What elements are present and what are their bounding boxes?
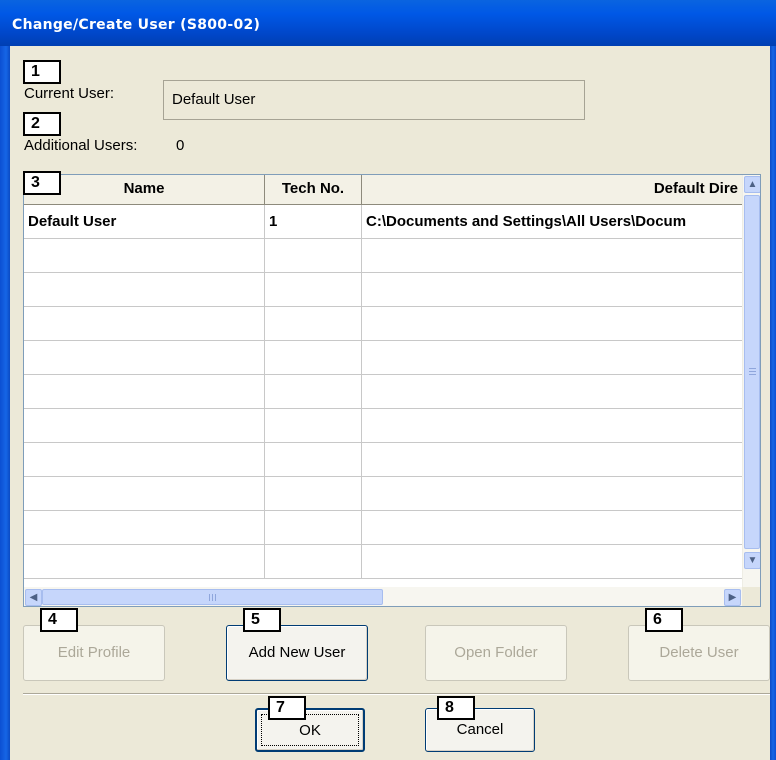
- callout-2: 2: [23, 112, 61, 136]
- cell-tech-no: 1: [265, 205, 362, 239]
- callout-1: 1: [23, 60, 61, 84]
- table-body: Default User 1 C:\Documents and Settings…: [24, 205, 742, 587]
- table-cell-empty: [24, 341, 265, 375]
- arrow-down-icon[interactable]: ▼: [744, 552, 760, 569]
- table-row[interactable]: [24, 273, 742, 307]
- table-cell-empty: [265, 409, 362, 443]
- cell-default-directory: C:\Documents and Settings\All Users\Docu…: [366, 213, 687, 230]
- table-row[interactable]: [24, 511, 742, 545]
- table-row[interactable]: [24, 375, 742, 409]
- table-row[interactable]: [24, 341, 742, 375]
- add-new-user-button[interactable]: Add New User: [226, 625, 368, 681]
- callout-5: 5: [243, 608, 281, 632]
- table-cell-empty: [265, 375, 362, 409]
- user-list-table[interactable]: Name Tech No. Default Dire Default User …: [23, 174, 761, 607]
- grip-line: [209, 594, 210, 601]
- table-row[interactable]: [24, 239, 742, 273]
- column-header-tech-no[interactable]: Tech No.: [265, 175, 362, 205]
- divider: [23, 693, 770, 695]
- delete-user-button[interactable]: Delete User: [628, 625, 770, 681]
- title-bar[interactable]: Change/Create User (S800-02): [0, 0, 776, 46]
- grip-line: [749, 374, 756, 375]
- arrow-up-icon[interactable]: ▲: [744, 176, 760, 193]
- callout-4: 4: [40, 608, 78, 632]
- table-cell-empty: [362, 341, 742, 375]
- table-cell-empty: [362, 545, 742, 579]
- table-cell-empty: [362, 307, 742, 341]
- grip-line: [212, 594, 213, 601]
- open-folder-button[interactable]: Open Folder: [425, 625, 567, 681]
- grip-line: [215, 594, 216, 601]
- table-cell-empty: [362, 477, 742, 511]
- table-cell-empty: [24, 409, 265, 443]
- table-cell-empty: [362, 239, 742, 273]
- table-cell-empty: [362, 443, 742, 477]
- table-cell-empty: [265, 273, 362, 307]
- table-cell-empty: [24, 443, 265, 477]
- table-cell-empty: [24, 239, 265, 273]
- current-user-field: Default User: [163, 80, 585, 120]
- scrollbar-corner: [742, 587, 760, 606]
- grip-line: [749, 371, 756, 372]
- table-row[interactable]: [24, 545, 742, 579]
- table-row[interactable]: [24, 477, 742, 511]
- change-create-user-dialog: Change/Create User (S800-02) 1 Current U…: [0, 0, 776, 760]
- table-cell-empty: [24, 375, 265, 409]
- additional-users-count: 0: [176, 137, 185, 154]
- table-cell-empty: [265, 477, 362, 511]
- arrow-left-icon[interactable]: ◀: [25, 589, 42, 606]
- window-title: Change/Create User (S800-02): [12, 17, 261, 33]
- table-row[interactable]: Default User 1 C:\Documents and Settings…: [24, 205, 742, 239]
- table-cell-empty: [265, 341, 362, 375]
- cell-name: Default User: [24, 205, 265, 239]
- table-cell-empty: [24, 307, 265, 341]
- edit-profile-button[interactable]: Edit Profile: [23, 625, 165, 681]
- window-frame-right: [770, 46, 776, 760]
- table-cell-empty: [362, 511, 742, 545]
- additional-users-label: Additional Users:: [24, 137, 138, 154]
- grip-line: [749, 368, 756, 369]
- table-row[interactable]: [24, 307, 742, 341]
- column-header-default-directory[interactable]: Default Dire: [362, 175, 742, 205]
- current-user-label: Current User:: [24, 85, 115, 102]
- callout-3: 3: [23, 171, 61, 195]
- table-row[interactable]: [24, 409, 742, 443]
- table-cell-empty: [265, 511, 362, 545]
- table-cell-empty: [265, 443, 362, 477]
- horizontal-scrollbar[interactable]: ◀ ▶: [24, 587, 742, 606]
- table-cell-empty: [24, 545, 265, 579]
- table-cell-empty: [265, 307, 362, 341]
- table-cell-empty: [24, 477, 265, 511]
- table-cell-empty: [24, 511, 265, 545]
- table-cell-empty: [265, 239, 362, 273]
- callout-7: 7: [268, 696, 306, 720]
- table-cell-empty: [362, 409, 742, 443]
- table-header: Name Tech No. Default Dire: [24, 175, 742, 205]
- table-cell-empty: [24, 273, 265, 307]
- vertical-scroll-thumb[interactable]: [744, 195, 760, 549]
- callout-8: 8: [437, 696, 475, 720]
- vertical-scrollbar[interactable]: ▲ ▼: [742, 175, 760, 587]
- table-cell-empty: [362, 273, 742, 307]
- window-frame-left: [0, 46, 10, 760]
- arrow-right-icon[interactable]: ▶: [724, 589, 741, 606]
- table-cell-empty: [362, 375, 742, 409]
- horizontal-scroll-thumb[interactable]: [42, 589, 383, 605]
- callout-6: 6: [645, 608, 683, 632]
- table-row[interactable]: [24, 443, 742, 477]
- table-cell-empty: [265, 545, 362, 579]
